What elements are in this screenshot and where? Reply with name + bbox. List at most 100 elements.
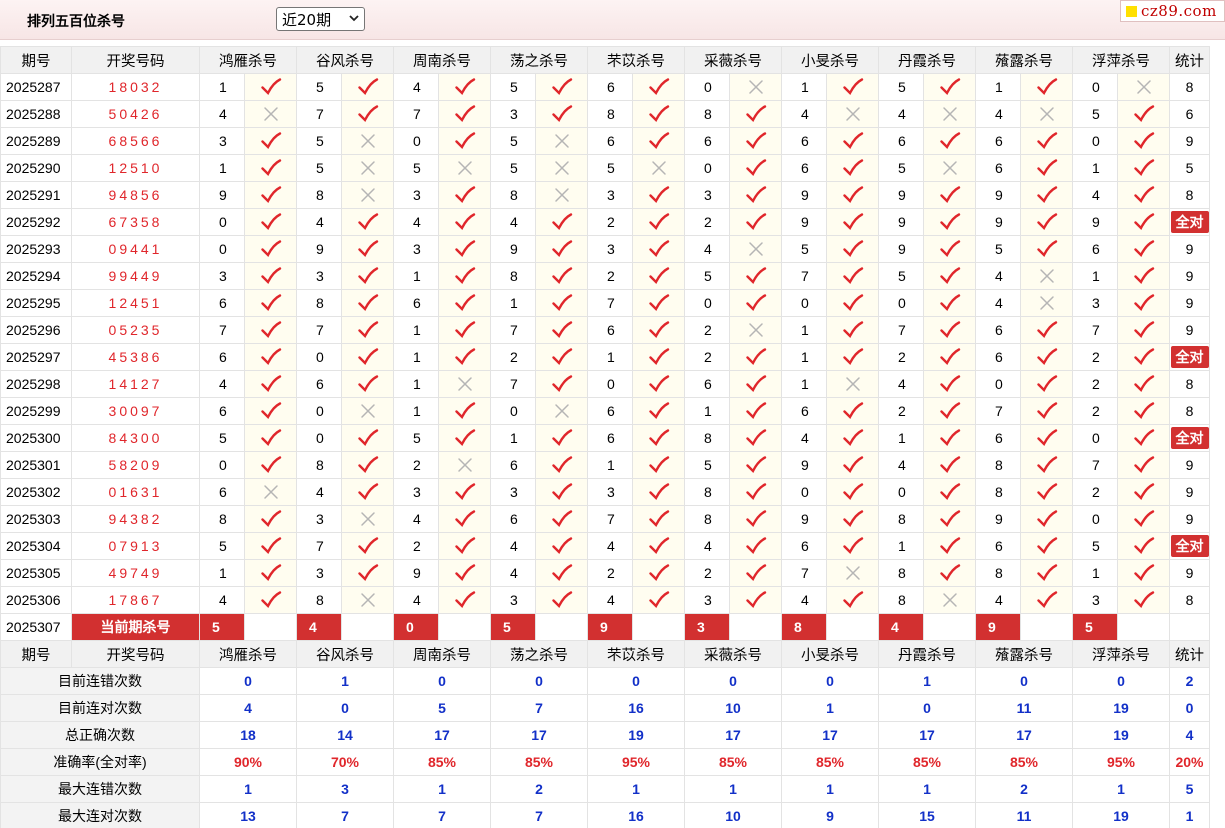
kill-number-cell: 1 [587, 451, 633, 479]
stats-row: 最大连错次数 1 3 1 2 1 1 1 1 2 1 5 [0, 775, 1210, 803]
kill-number-cell: 3 [393, 235, 439, 263]
check-icon [648, 348, 669, 366]
page-title: 排列五百位杀号 [27, 13, 125, 29]
kill-number-cell: 6 [587, 73, 633, 101]
kill-number-cell: 5 [296, 127, 342, 155]
draw-number-cell: 94382 [71, 505, 200, 533]
check-icon [1133, 132, 1154, 150]
issue-cell: 2025287 [0, 73, 72, 101]
current-blank-cell [244, 613, 297, 641]
result-mark-cell [244, 532, 297, 560]
kill-number-cell: 7 [1072, 316, 1118, 344]
kill-number-cell: 6 [975, 127, 1021, 155]
result-mark-cell [244, 424, 297, 452]
stats-row: 目前连错次数 0 1 0 0 0 0 0 1 0 0 2 [0, 667, 1210, 695]
all-correct-badge: 全对 [1170, 427, 1209, 449]
result-mark-cell [244, 289, 297, 317]
table-row: 2025303 94382 8 3 4 6 7 8 9 8 9 0 9 [0, 505, 1210, 533]
stat-cell: 9 [1169, 505, 1210, 533]
kill-number-cell: 8 [878, 559, 924, 587]
kill-number-cell: 8 [975, 559, 1021, 587]
check-icon [454, 429, 475, 447]
site-logo[interactable]: cz89.com [1120, 0, 1225, 22]
check-icon [648, 321, 669, 339]
kill-number-cell: 4 [781, 100, 827, 128]
result-mark-cell [632, 208, 685, 236]
stats-label: 准确率(全对率) [0, 748, 200, 776]
check-icon [1036, 159, 1057, 177]
check-icon [1133, 429, 1154, 447]
kill-number-cell: 5 [878, 73, 924, 101]
stats-value: 1 [587, 775, 685, 803]
result-mark-cell [244, 370, 297, 398]
kill-number-cell: 3 [490, 586, 536, 614]
kill-number-cell: 1 [490, 424, 536, 452]
stat-cell: 9 [1169, 127, 1210, 155]
check-icon [357, 105, 378, 123]
kill-number-cell: 4 [878, 370, 924, 398]
current-kill-number: 5 [1072, 613, 1118, 641]
check-icon [1036, 375, 1057, 393]
result-mark-cell [244, 505, 297, 533]
check-icon [648, 240, 669, 258]
kill-number-cell: 1 [975, 73, 1021, 101]
check-icon [357, 321, 378, 339]
check-icon [357, 375, 378, 393]
result-mark-cell [535, 397, 588, 425]
result-mark-cell [826, 478, 879, 506]
table-row: 2025305 49749 1 3 9 4 2 2 7 8 8 1 9 [0, 559, 1210, 587]
kill-number-cell: 2 [684, 343, 730, 371]
check-icon [745, 132, 766, 150]
kill-number-cell: 3 [1072, 289, 1118, 317]
result-mark-cell [729, 505, 782, 533]
chevron-down-icon [349, 15, 359, 22]
draw-number-cell: 17867 [71, 586, 200, 614]
draw-number-cell: 49749 [71, 559, 200, 587]
check-icon [1133, 321, 1154, 339]
result-mark-cell [826, 316, 879, 344]
result-mark-cell [244, 478, 297, 506]
result-mark-cell [438, 100, 491, 128]
cross-icon [748, 80, 763, 94]
result-mark-cell [341, 262, 394, 290]
stat-cell: 全对 [1169, 343, 1210, 371]
kill-number-cell: 2 [587, 559, 633, 587]
check-icon [454, 240, 475, 258]
cross-icon [360, 593, 375, 607]
issue-cell: 2025291 [0, 181, 72, 209]
check-icon [260, 159, 281, 177]
result-mark-cell [729, 262, 782, 290]
kill-number-cell: 0 [199, 208, 245, 236]
current-blank-cell [535, 613, 588, 641]
result-mark-cell [341, 100, 394, 128]
result-mark-cell [1117, 532, 1170, 560]
stats-value: 1 [781, 775, 879, 803]
issue-cell: 2025301 [0, 451, 72, 479]
period-select[interactable]: 近20期 [276, 7, 365, 31]
kill-number-cell: 9 [878, 181, 924, 209]
check-icon [260, 402, 281, 420]
kill-number-cell: 4 [199, 370, 245, 398]
kill-number-cell: 5 [296, 154, 342, 182]
kill-number-cell: 6 [490, 451, 536, 479]
check-icon [454, 132, 475, 150]
kill-number-cell: 2 [684, 316, 730, 344]
kill-number-cell: 0 [587, 370, 633, 398]
kill-number-cell: 9 [199, 181, 245, 209]
stat-cell: 9 [1169, 559, 1210, 587]
kill-number-cell: 0 [781, 478, 827, 506]
cross-icon [845, 107, 860, 121]
result-mark-cell [1117, 559, 1170, 587]
kill-number-cell: 5 [878, 154, 924, 182]
issue-cell: 2025288 [0, 100, 72, 128]
kill-number-cell: 6 [684, 127, 730, 155]
check-icon [648, 267, 669, 285]
stats-value: 1 [199, 775, 297, 803]
result-mark-cell [1117, 451, 1170, 479]
check-icon [648, 564, 669, 582]
check-icon [357, 267, 378, 285]
result-mark-cell [341, 235, 394, 263]
check-icon [454, 510, 475, 528]
check-icon [357, 456, 378, 474]
check-icon [1036, 240, 1057, 258]
